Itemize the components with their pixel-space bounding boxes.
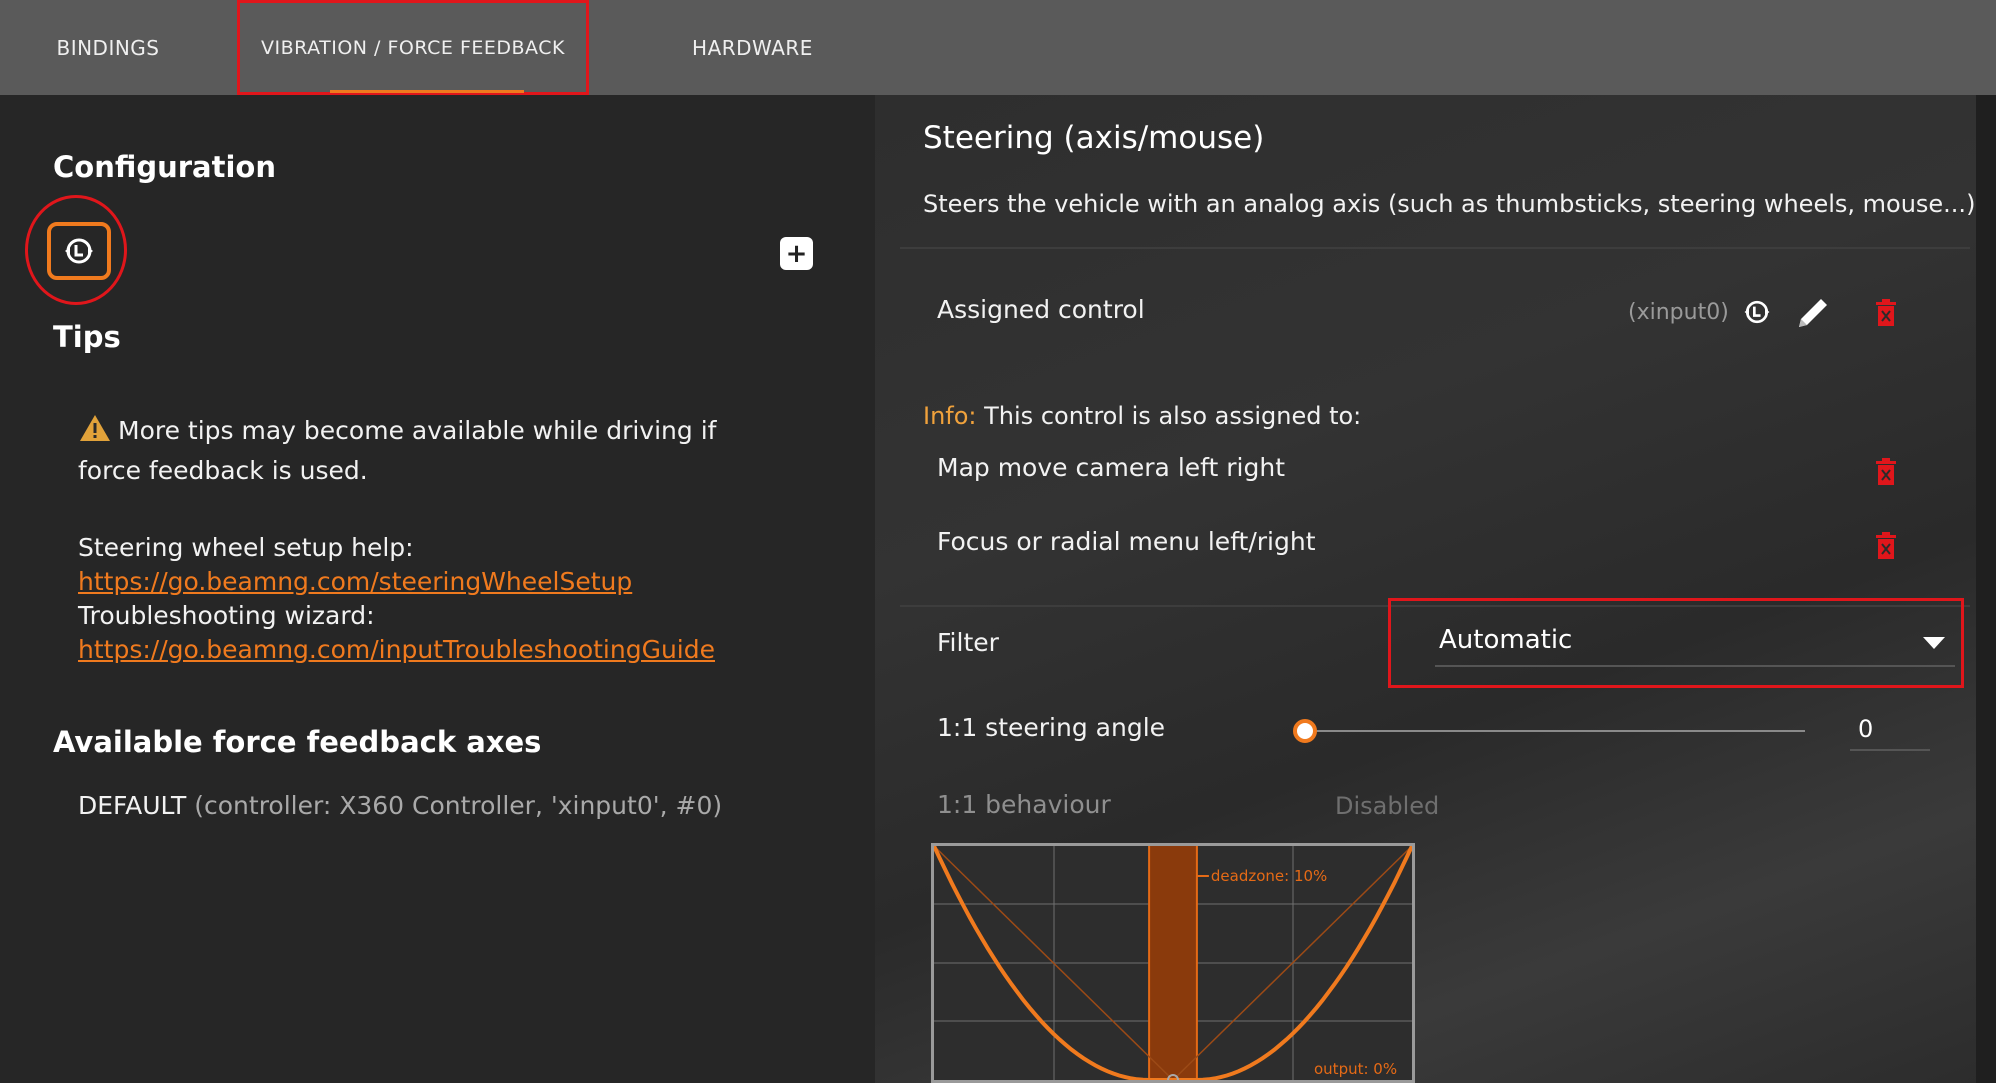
- chevron-down-icon: [1923, 637, 1945, 649]
- xbox-controller-icon: [1744, 300, 1770, 324]
- also-assigned-item: Map move camera left right: [937, 453, 1285, 482]
- steering-angle-slider-track[interactable]: [1305, 730, 1805, 732]
- steering-help-label: Steering wheel setup help:: [78, 533, 414, 562]
- warning-icon: [80, 415, 110, 441]
- plus-icon: +: [785, 238, 808, 269]
- edit-pencil-icon[interactable]: [1793, 293, 1833, 333]
- steering-angle-label: 1:1 steering angle: [937, 713, 1166, 742]
- tab-bar: BINDINGS VIBRATION / FORCE FEEDBACK HARD…: [0, 0, 1996, 95]
- steering-help-link[interactable]: https://go.beamng.com/steeringWheelSetup: [78, 565, 818, 599]
- response-curve-graph: deadzone: 10% output: 0%: [931, 843, 1415, 1083]
- force-feedback-tip: More tips may become available while dri…: [78, 411, 778, 491]
- steering-angle-input[interactable]: 0: [1850, 715, 1930, 751]
- info-prefix: Info:: [923, 402, 977, 430]
- response-curve-svg: deadzone: 10% output: 0%: [932, 845, 1414, 1083]
- assigned-control-label: Assigned control: [937, 295, 1145, 324]
- filter-dropdown[interactable]: Automatic: [1435, 625, 1955, 667]
- ffb-axis-item: DEFAULT (controller: X360 Controller, 'x…: [78, 791, 722, 820]
- tab-hardware[interactable]: HARDWARE: [650, 0, 855, 95]
- tab-vibration-force-feedback[interactable]: VIBRATION / FORCE FEEDBACK: [237, 0, 589, 95]
- ffb-axis-detail: (controller: X360 Controller, 'xinput0',…: [194, 791, 723, 820]
- behaviour-label: 1:1 behaviour: [937, 790, 1111, 819]
- filter-selected-value: Automatic: [1439, 625, 1573, 655]
- output-label: output: 0%: [1314, 1060, 1397, 1078]
- deadzone-label: deadzone: 10%: [1211, 867, 1327, 885]
- controller-config-button[interactable]: [47, 222, 111, 280]
- tab-bindings[interactable]: BINDINGS: [28, 0, 188, 95]
- behaviour-value: Disabled: [1335, 792, 1440, 820]
- tip-warning-text: More tips may become available while dri…: [78, 416, 717, 485]
- left-panel: Configuration + Tips More tips may becom…: [0, 95, 875, 1083]
- help-links: Steering wheel setup help: https://go.be…: [78, 531, 818, 667]
- xbox-controller-icon: [65, 238, 93, 264]
- deadzone-band: [1149, 846, 1197, 1080]
- ffb-axis-name: DEFAULT: [78, 791, 187, 820]
- configuration-title: Configuration: [53, 150, 276, 184]
- assigned-device: (xinput0): [1628, 300, 1729, 325]
- info-text: This control is also assigned to:: [976, 402, 1362, 430]
- control-title: Steering (axis/mouse): [923, 120, 1265, 156]
- troubleshooting-label: Troubleshooting wizard:: [78, 601, 375, 630]
- also-assigned-item: Focus or radial menu left/right: [937, 527, 1316, 556]
- steering-angle-slider-handle[interactable]: [1293, 719, 1317, 743]
- info-line: Info: This control is also assigned to:: [923, 402, 1361, 430]
- delete-trash-icon[interactable]: [1874, 458, 1898, 486]
- troubleshooting-link[interactable]: https://go.beamng.com/inputTroubleshooti…: [78, 633, 818, 667]
- scrollbar[interactable]: [1976, 95, 1996, 1083]
- delete-trash-icon[interactable]: [1874, 299, 1898, 327]
- control-description: Steers the vehicle with an analog axis (…: [923, 190, 1976, 218]
- delete-trash-icon[interactable]: [1874, 532, 1898, 560]
- add-configuration-button[interactable]: +: [780, 237, 813, 270]
- tips-title: Tips: [53, 320, 121, 354]
- ffb-axes-title: Available force feedback axes: [53, 725, 542, 759]
- right-panel: Steering (axis/mouse) Steers the vehicle…: [875, 95, 1996, 1083]
- divider: [900, 247, 1970, 249]
- filter-label: Filter: [937, 628, 999, 657]
- active-tab-underline: [330, 90, 524, 93]
